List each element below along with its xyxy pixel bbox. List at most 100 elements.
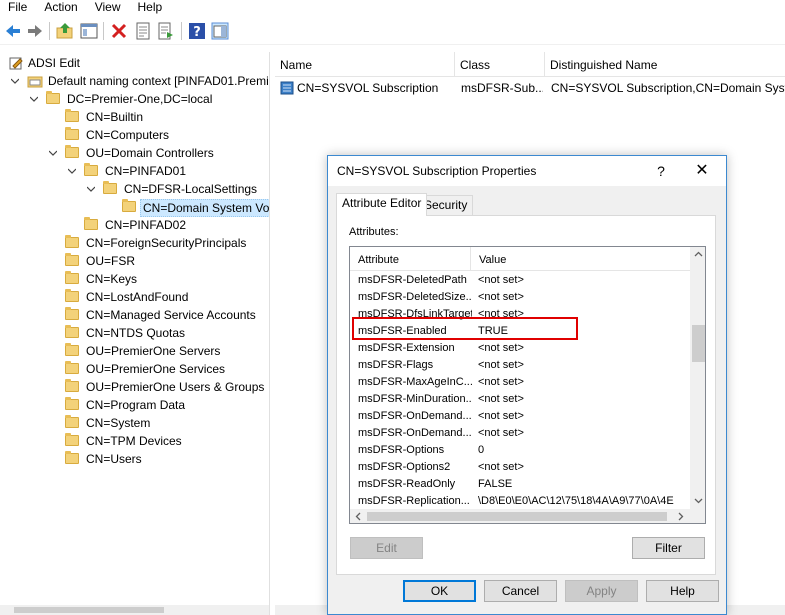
- attribute-row[interactable]: msDFSR-DeletedSize... <not set>: [350, 289, 690, 306]
- column-header-value[interactable]: Value: [471, 247, 690, 271]
- column-header-name[interactable]: Name: [275, 52, 455, 77]
- chevron-right-icon[interactable]: [676, 512, 685, 521]
- attribute-name: msDFSR-DeletedSize...: [358, 291, 472, 303]
- attribute-row[interactable]: msDFSR-Flags <not set>: [350, 357, 690, 374]
- help-icon[interactable]: ?: [188, 22, 206, 40]
- back-arrow-icon[interactable]: [4, 22, 22, 40]
- tree-item-cn-foreignsecurityprincipals[interactable]: CN=ForeignSecurityPrincipals: [0, 234, 269, 252]
- naming-context-icon: [27, 76, 43, 88]
- attribute-row[interactable]: msDFSR-OnDemand... <not set>: [350, 425, 690, 442]
- tree-item-cn-ntds-quotas[interactable]: CN=NTDS Quotas: [0, 324, 269, 342]
- show-action-pane-icon[interactable]: [211, 22, 229, 40]
- export-list-icon[interactable]: [157, 22, 175, 40]
- tree-item-cn-system[interactable]: CN=System: [0, 414, 269, 432]
- tree-item-ou-premierone-servers[interactable]: OU=PremierOne Servers: [0, 342, 269, 360]
- list-cell-class: msDFSR-Sub...: [461, 81, 543, 95]
- menu-view[interactable]: View: [87, 0, 130, 16]
- dialog-close-button[interactable]: ✕: [692, 156, 712, 186]
- chevron-down-icon[interactable]: [87, 185, 95, 193]
- folder-icon: [65, 433, 79, 446]
- attribute-row[interactable]: msDFSR-Options2 <not set>: [350, 459, 690, 476]
- folder-icon: [65, 235, 79, 248]
- help-button[interactable]: Help: [646, 580, 719, 602]
- folder-icon: [65, 253, 79, 266]
- menu-action[interactable]: Action: [36, 0, 86, 16]
- tree-item-cn-computers[interactable]: CN=Computers: [0, 126, 269, 144]
- ok-button[interactable]: OK: [403, 580, 476, 602]
- dialog-help-button[interactable]: ?: [653, 156, 669, 186]
- folder-icon: [65, 343, 79, 356]
- tree-item-cn-dfsr-localsettings[interactable]: CN=DFSR-LocalSettings: [0, 180, 269, 198]
- column-header-attribute[interactable]: Attribute: [350, 247, 471, 271]
- attribute-row[interactable]: msDFSR-Options 0: [350, 442, 690, 459]
- scrollbar-thumb[interactable]: [367, 512, 667, 521]
- attribute-row[interactable]: msDFSR-Replication... \D8\E0\E0\AC\12\75…: [350, 493, 690, 510]
- chevron-down-icon[interactable]: [30, 95, 38, 103]
- folder-icon: [65, 361, 79, 374]
- filter-button[interactable]: Filter: [632, 537, 705, 559]
- tree-item-cn-domain-system-volume[interactable]: CN=Domain System Vo: [0, 198, 269, 217]
- scrollbar-thumb[interactable]: [14, 607, 164, 613]
- tree-item-cn-builtin[interactable]: CN=Builtin: [0, 108, 269, 126]
- edit-button[interactable]: Edit: [350, 537, 423, 559]
- tree-item-label: OU=PremierOne Services: [86, 362, 226, 376]
- show-hide-tree-icon[interactable]: [80, 22, 98, 40]
- scrollbar-thumb[interactable]: [692, 325, 705, 362]
- tree-item-label: CN=Builtin: [86, 110, 144, 124]
- chevron-down-icon[interactable]: [49, 149, 57, 157]
- tree-item-cn-pinfad02[interactable]: CN=PINFAD02: [0, 216, 269, 234]
- delete-icon[interactable]: [110, 22, 128, 40]
- attribute-name: msDFSR-Options2: [358, 461, 451, 473]
- tree-item-ou-domain-controllers[interactable]: OU=Domain Controllers: [0, 144, 269, 162]
- menu-help[interactable]: Help: [130, 0, 172, 16]
- tab-attribute-editor[interactable]: Attribute Editor: [336, 193, 428, 216]
- chevron-down-icon[interactable]: [68, 167, 76, 175]
- forward-arrow-icon[interactable]: [26, 22, 44, 40]
- column-header-class[interactable]: Class: [455, 52, 545, 77]
- column-header-distinguished-name[interactable]: Distinguished Name: [545, 52, 785, 77]
- tree-root[interactable]: ADSI Edit: [0, 54, 269, 72]
- chevron-down-icon[interactable]: [694, 496, 703, 505]
- attribute-list-vertical-scrollbar[interactable]: [690, 247, 705, 509]
- tree-item-cn-program-data[interactable]: CN=Program Data: [0, 396, 269, 414]
- tree-item-cn-lostandfound[interactable]: CN=LostAndFound: [0, 288, 269, 306]
- properties-dialog: CN=SYSVOL Subscription Properties ? ✕ At…: [327, 155, 727, 615]
- tree-item-cn-users[interactable]: CN=Users: [0, 450, 269, 468]
- tree-item-cn-keys[interactable]: CN=Keys: [0, 270, 269, 288]
- folder-icon: [84, 163, 98, 176]
- menu-file[interactable]: File: [0, 0, 36, 16]
- folder-icon: [103, 181, 117, 194]
- chevron-up-icon[interactable]: [694, 250, 703, 259]
- list-row[interactable]: CN=SYSVOL Subscription msDFSR-Sub... CN=…: [275, 79, 785, 97]
- attribute-name: msDFSR-Options: [358, 444, 445, 456]
- attribute-row[interactable]: msDFSR-MinDuration... <not set>: [350, 391, 690, 408]
- tree-item-cn-pinfad01[interactable]: CN=PINFAD01: [0, 162, 269, 180]
- enabled-attribute-highlight: [352, 317, 578, 340]
- attribute-row[interactable]: msDFSR-OnDemand... <not set>: [350, 408, 690, 425]
- tree-item-default-naming-context[interactable]: Default naming context [PINFAD01.Premi: [0, 72, 269, 90]
- attribute-name: msDFSR-OnDemand...: [358, 410, 472, 422]
- tree-item-cn-tpm-devices[interactable]: CN=TPM Devices: [0, 432, 269, 450]
- tree-item-label: CN=PINFAD01: [105, 164, 187, 178]
- attribute-list-horizontal-scrollbar[interactable]: [350, 509, 705, 523]
- attribute-row[interactable]: msDFSR-MaxAgeInC... <not set>: [350, 374, 690, 391]
- attribute-row[interactable]: msDFSR-Extension <not set>: [350, 340, 690, 357]
- cancel-button[interactable]: Cancel: [484, 580, 557, 602]
- attribute-row[interactable]: msDFSR-DeletedPath <not set>: [350, 272, 690, 289]
- tree-item-cn-managed-service-accounts[interactable]: CN=Managed Service Accounts: [0, 306, 269, 324]
- tree-item-ou-premierone-services[interactable]: OU=PremierOne Services: [0, 360, 269, 378]
- properties-icon[interactable]: [134, 22, 152, 40]
- attribute-row[interactable]: msDFSR-ReadOnly FALSE: [350, 476, 690, 493]
- folder-icon: [65, 415, 79, 428]
- up-folder-icon[interactable]: [56, 22, 74, 40]
- tree-item-dc-premier-one[interactable]: DC=Premier-One,DC=local: [0, 90, 269, 108]
- tree-horizontal-scrollbar[interactable]: [0, 605, 269, 615]
- tree-item-label: OU=PremierOne Servers: [86, 344, 221, 358]
- tree-item-ou-premierone-users-groups[interactable]: OU=PremierOne Users & Groups: [0, 378, 269, 396]
- tree-item-label: CN=PINFAD02: [105, 218, 187, 232]
- chevron-left-icon[interactable]: [354, 512, 363, 521]
- tree-item-ou-fsr[interactable]: OU=FSR: [0, 252, 269, 270]
- apply-button[interactable]: Apply: [565, 580, 638, 602]
- chevron-down-icon[interactable]: [11, 77, 19, 85]
- folder-icon: [84, 217, 98, 230]
